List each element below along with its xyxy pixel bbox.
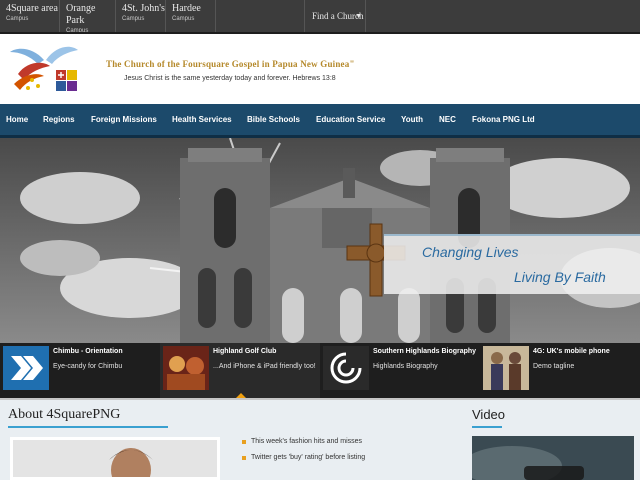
thumb-desc: Demo tagline — [533, 363, 575, 370]
slogan-line-2: Living By Faith — [514, 269, 606, 285]
thumb-title: Southern Highlands Biography — [373, 348, 477, 355]
campus-sub: Campus — [6, 16, 29, 22]
bullet-icon — [242, 456, 246, 460]
bullet-icon — [242, 440, 246, 444]
nav-education-service[interactable]: Education Service — [316, 104, 385, 135]
church-logo-icon[interactable] — [4, 40, 86, 100]
about-list: This week's fashion hits and misses Twit… — [242, 438, 365, 470]
campus-orange-park[interactable]: Orange Park Campus — [60, 0, 116, 34]
video-underline — [472, 426, 502, 428]
person-photo — [13, 440, 217, 477]
campus-bar: 4Square area Campus Orange Park Campus 4… — [0, 0, 640, 34]
thumb-southern-highlands[interactable]: Southern Highlands Biography Highlands B… — [320, 343, 480, 398]
video-thumbnail — [472, 436, 634, 480]
campus-name: Orange Park — [66, 3, 96, 26]
biography-logo-icon — [323, 346, 369, 390]
thumb-title: 4G: UK's mobile phone — [533, 348, 610, 355]
nav-home[interactable]: Home — [6, 104, 28, 135]
video-heading: Video — [472, 407, 506, 422]
campus-sub: Campus — [172, 16, 195, 22]
mobile-phone-photo — [483, 346, 529, 390]
org-name: The Church of the Foursquare Gospel in P… — [106, 59, 355, 69]
list-item[interactable]: Twitter gets 'buy' rating' before listin… — [242, 454, 365, 470]
slider-thumbnails: Chimbu - Orientation Eye-candy for Chimb… — [0, 343, 640, 398]
nav-regions[interactable]: Regions — [43, 104, 75, 135]
about-underline — [8, 426, 168, 428]
campus-name: Hardee — [172, 3, 201, 14]
thumb-chimbu[interactable]: Chimbu - Orientation Eye-candy for Chimb… — [0, 343, 160, 398]
site-header: The Church of the Foursquare Gospel in P… — [0, 32, 640, 104]
campus-name: 4St. John's — [122, 3, 165, 14]
nav-fokona[interactable]: Fokona PNG Ltd — [472, 104, 535, 135]
arrow-right-icon — [3, 346, 49, 390]
thumb-highland-golf[interactable]: Highland Golf Club ...And iPhone & iPad … — [160, 343, 320, 398]
campus-4square-area[interactable]: 4Square area Campus — [0, 0, 60, 32]
tagline: Jesus Christ is the same yesterday today… — [124, 75, 336, 82]
campus-hardee[interactable]: Hardee Campus — [166, 0, 216, 32]
thumb-desc: Eye-candy for Chimbu — [53, 363, 123, 370]
nav-youth[interactable]: Youth — [401, 104, 423, 135]
thumb-4g-mobile[interactable]: 4G: UK's mobile phone Demo tagline — [480, 343, 640, 398]
hero-slogan: Changing Lives Living By Faith — [384, 234, 640, 294]
golf-club-photo — [163, 346, 209, 390]
nav-bible-schools[interactable]: Bible Schools — [247, 104, 300, 135]
about-photo[interactable] — [10, 437, 220, 480]
nav-foreign-missions[interactable]: Foreign Missions — [91, 104, 157, 135]
video-player[interactable] — [472, 436, 634, 480]
about-heading: About 4SquarePNG — [8, 407, 121, 422]
thumb-title: Chimbu - Orientation — [53, 348, 123, 355]
nav-health-services[interactable]: Health Services — [172, 104, 232, 135]
thumb-desc: Highlands Biography — [373, 363, 438, 370]
thumb-desc: ...And iPhone & iPad friendly too! — [213, 363, 316, 370]
nav-nec[interactable]: NEC — [439, 104, 456, 135]
list-item[interactable]: This week's fashion hits and misses — [242, 438, 365, 454]
campus-st-johns[interactable]: 4St. John's Campus — [116, 0, 166, 32]
list-item-text: Twitter gets 'buy' rating' before listin… — [251, 454, 366, 461]
slogan-line-1: Changing Lives — [422, 244, 519, 260]
thumb-title: Highland Golf Club — [213, 348, 277, 355]
campus-name: 4Square area — [6, 3, 58, 14]
campus-sub: Campus — [122, 16, 145, 22]
list-item-text: This week's fashion hits and misses — [251, 438, 363, 445]
main-nav: Home Regions Foreign Missions Health Ser… — [0, 104, 640, 138]
chevron-down-icon: ▼ — [355, 12, 362, 20]
find-church-dropdown[interactable]: Find a Church ▼ — [304, 0, 366, 32]
